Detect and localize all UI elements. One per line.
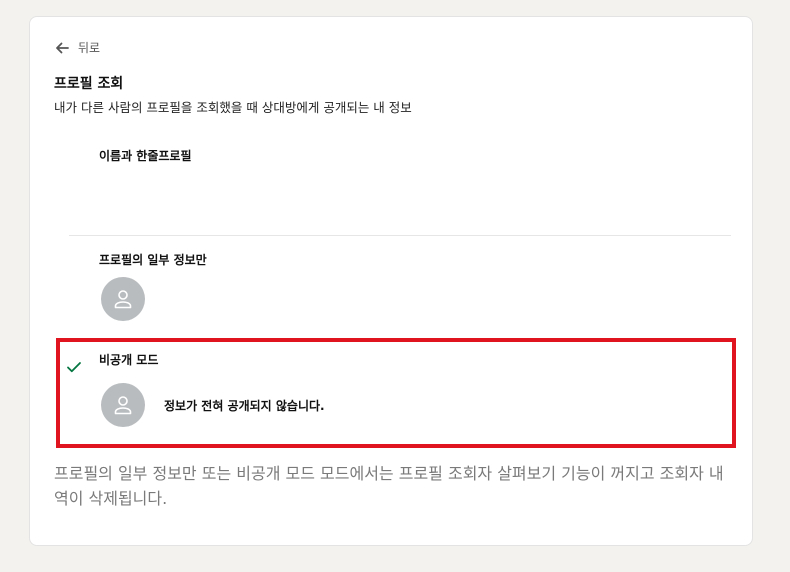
person-icon xyxy=(114,290,132,309)
page-title: 프로필 조회 xyxy=(54,76,124,92)
divider xyxy=(69,235,731,236)
footnote: 프로필의 일부 정보만 또는 비공개 모드 모드에서는 프로필 조회자 살펴보기… xyxy=(54,464,724,508)
option-name-and-headline[interactable]: 이름과 한줄프로필 xyxy=(30,141,752,231)
arrow-left-icon xyxy=(56,42,69,53)
back-button[interactable]: 뒤로 xyxy=(54,39,100,56)
option-partial-info[interactable]: 프로필의 일부 정보만 xyxy=(30,247,752,327)
option-label: 프로필의 일부 정보만 xyxy=(99,253,207,267)
settings-card: 뒤로 프로필 조회 내가 다른 사람의 프로필을 조회했을 때 상대방에게 공개… xyxy=(29,16,753,546)
avatar xyxy=(101,277,145,321)
highlight-box xyxy=(56,338,736,448)
page-subtitle: 내가 다른 사람의 프로필을 조회했을 때 상대방에게 공개되는 내 정보 xyxy=(54,100,412,115)
option-label: 이름과 한줄프로필 xyxy=(99,149,192,163)
back-label: 뒤로 xyxy=(78,41,101,55)
